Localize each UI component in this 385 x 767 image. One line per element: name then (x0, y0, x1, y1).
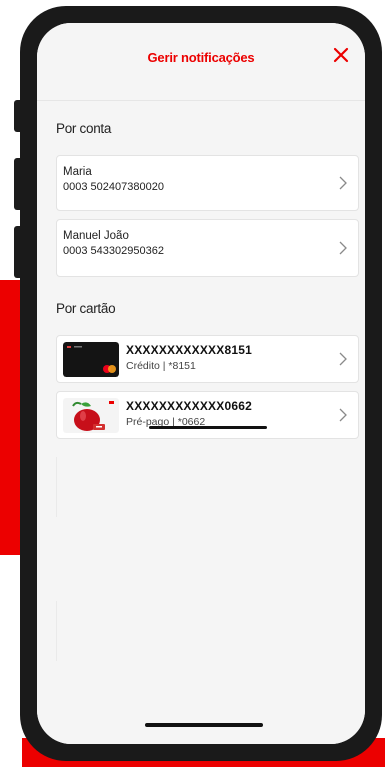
divider (56, 457, 57, 517)
account-item[interactable]: Maria 0003 502407380020 (56, 155, 359, 211)
phone-screen: Gerir notificações Por conta Maria 0003 … (37, 23, 365, 744)
scroll-indicator[interactable] (149, 426, 267, 429)
account-name: Manuel João (63, 230, 129, 242)
phone-frame: Gerir notificações Por conta Maria 0003 … (20, 6, 382, 761)
account-item[interactable]: Manuel João 0003 543302950362 (56, 219, 359, 277)
modal-body: Por conta Maria 0003 502407380020 Manuel… (37, 101, 365, 744)
section-title-cards: Por cartão (56, 301, 116, 316)
credit-card-image (63, 342, 119, 377)
home-indicator[interactable] (145, 723, 263, 727)
account-number: 0003 543302950362 (63, 245, 164, 257)
card-item[interactable]: XXXXXXXXXXXX8151 Crédito | *8151 (56, 335, 359, 383)
card-item[interactable]: XXXXXXXXXXXX0662 Pré-pago | *0662 (56, 391, 359, 439)
chevron-right-icon (339, 352, 347, 366)
modal-header: Gerir notificações (37, 23, 365, 101)
section-title-accounts: Por conta (56, 121, 112, 136)
chevron-right-icon (339, 241, 347, 255)
divider (56, 601, 57, 661)
account-number: 0003 502407380020 (63, 181, 164, 193)
chevron-right-icon (339, 176, 347, 190)
card-number: XXXXXXXXXXXX0662 (126, 399, 252, 413)
prepaid-card-image (63, 398, 119, 433)
card-number: XXXXXXXXXXXX8151 (126, 343, 252, 357)
page-title: Gerir notificações (147, 50, 255, 65)
close-icon[interactable] (329, 43, 353, 67)
account-name: Maria (63, 166, 92, 178)
chevron-right-icon (339, 408, 347, 422)
card-type: Crédito | *8151 (126, 360, 196, 372)
